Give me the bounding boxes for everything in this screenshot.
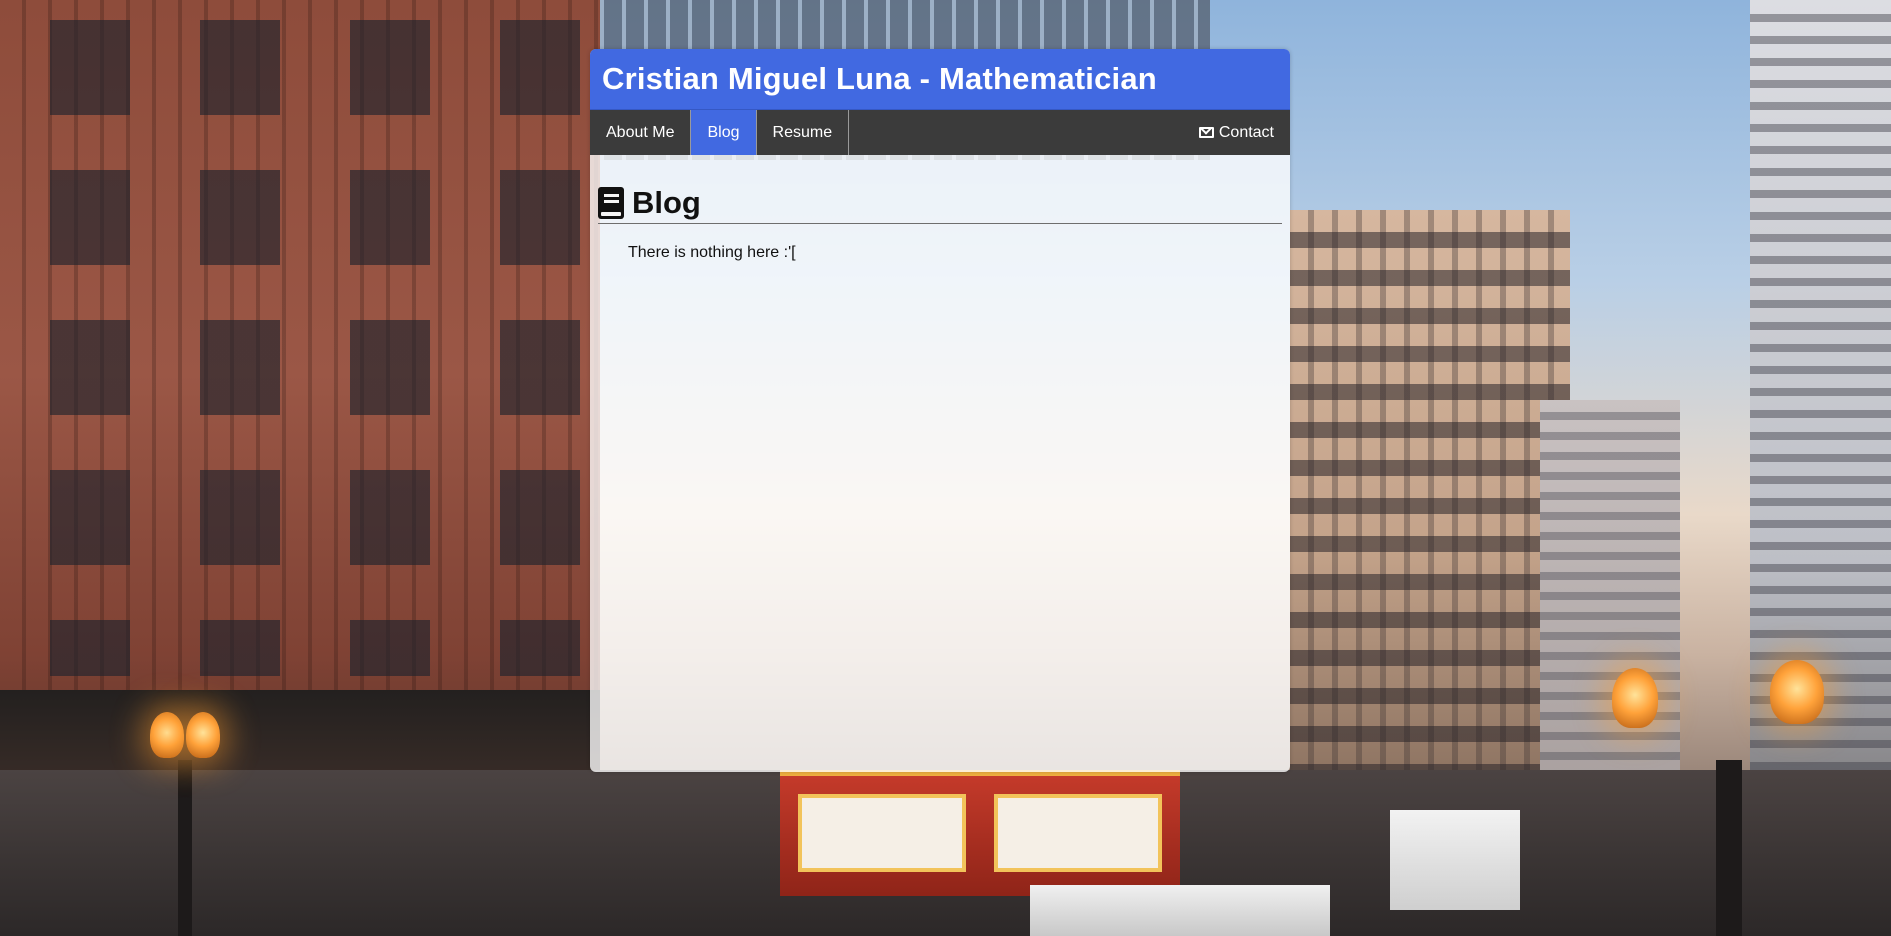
nav-item-about-me[interactable]: About Me	[590, 110, 692, 155]
page-title-text: Blog	[632, 185, 701, 220]
background-street-lamp	[186, 712, 220, 758]
background-truck	[1390, 810, 1520, 910]
page-title: Blog	[598, 185, 1282, 224]
book-icon	[598, 187, 624, 219]
main-panel: Cristian Miguel Luna - Mathematician Abo…	[590, 49, 1290, 772]
background-building-right	[1290, 210, 1570, 770]
background-lamp-post	[178, 760, 192, 936]
main-nav: About Me Blog Resume Contact	[590, 110, 1290, 155]
background-street-lamp	[1612, 668, 1658, 728]
site-title: Cristian Miguel Luna - Mathematician	[602, 61, 1157, 96]
nav-item-resume[interactable]: Resume	[757, 110, 850, 155]
nav-item-contact[interactable]: Contact	[1183, 110, 1290, 155]
nav-item-blog[interactable]: Blog	[691, 110, 757, 155]
blog-section: Blog There is nothing here :'[	[590, 155, 1290, 262]
nav-contact-label: Contact	[1218, 123, 1274, 141]
background-theatre-marquee	[780, 770, 1180, 896]
envelope-icon	[1198, 127, 1214, 138]
background-lamp-post	[1716, 760, 1742, 936]
background-street-lamp	[150, 712, 184, 758]
background-building-distant	[1540, 400, 1680, 800]
site-header: Cristian Miguel Luna - Mathematician	[590, 49, 1290, 110]
background-bus	[1030, 885, 1330, 936]
empty-state-message: There is nothing here :'[	[628, 244, 796, 261]
background-street-lamp	[1770, 660, 1824, 724]
